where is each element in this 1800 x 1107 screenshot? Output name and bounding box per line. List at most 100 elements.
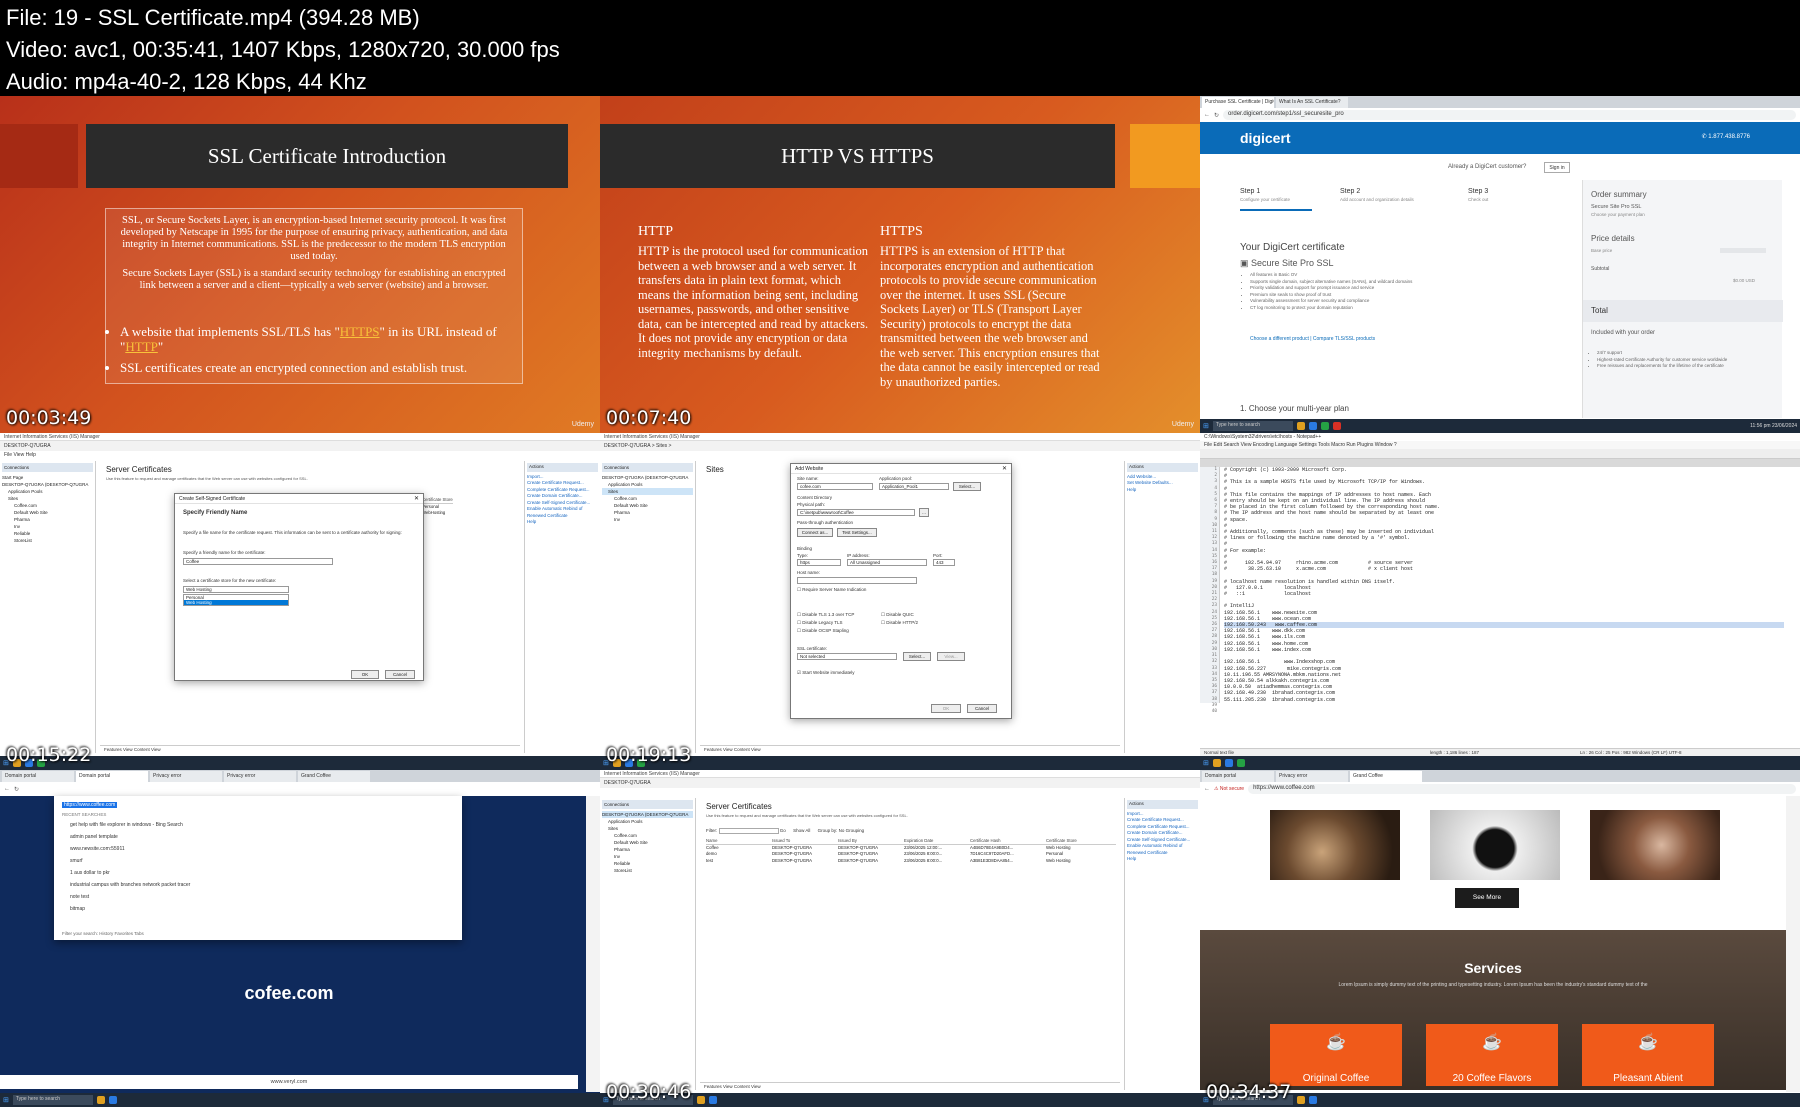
iis-nav-bar[interactable]: DESKTOP-Q7UGRA > Sites > [600, 441, 1200, 451]
browser-tab[interactable]: Domain portal [2, 771, 74, 782]
host-name-input[interactable] [797, 577, 917, 584]
see-more-button[interactable]: See More [1455, 888, 1519, 908]
tree-item[interactable]: Inv [602, 853, 693, 860]
thumb-iis-self-signed[interactable]: Internet Information Services (IIS) Mana… [0, 433, 600, 770]
tree-item[interactable]: Pharma [2, 516, 93, 523]
step-1[interactable]: Step 1 Configure your certificate [1240, 188, 1290, 202]
option-checkbox[interactable]: ☐ Disable TLS 1.3 over TCP [797, 612, 854, 618]
tree-item[interactable]: Application Pools [2, 488, 93, 495]
app-icon[interactable] [1320, 422, 1329, 430]
select-cert-button[interactable]: Select... [903, 652, 931, 661]
iis-nav-bar[interactable]: DESKTOP-Q7UGRA [600, 778, 1200, 788]
close-icon[interactable]: ✕ [414, 495, 419, 502]
filter-input[interactable] [718, 828, 779, 834]
browser-tab[interactable]: Privacy error [224, 771, 296, 782]
site-name-input[interactable]: cofee.com [797, 483, 873, 490]
suggestion-item[interactable]: smurf [62, 855, 454, 867]
option-checkbox[interactable]: ☐ Disable Legacy TLS [797, 620, 843, 626]
tree-item[interactable]: Default Web Site [602, 502, 693, 509]
physical-path-input[interactable]: C:\inetpub\wwwroot\Coffee [797, 509, 915, 516]
filter-footer[interactable]: Filter your search: History Favorites Ta… [62, 931, 144, 936]
ssl-cert-select[interactable]: Not selected [797, 653, 897, 660]
ok-button[interactable]: OK [931, 704, 961, 713]
app-pool-input[interactable]: Application_Pool1 [879, 483, 949, 490]
view-tabs[interactable]: Features View Content View [100, 745, 520, 753]
suggestion-item[interactable]: bitmap [62, 903, 454, 915]
windows-start-icon[interactable]: ⊞ [3, 1096, 9, 1104]
group-by-select[interactable]: Group by: No Grouping [818, 828, 865, 833]
tree-item[interactable]: Coffee.com [602, 832, 693, 839]
address-input[interactable]: https://www.coffee.com [62, 802, 454, 808]
tree-item[interactable]: Coffee.com [2, 502, 93, 509]
view-tabs[interactable]: Features View Content View [700, 1082, 1120, 1090]
browser-tab[interactable]: Privacy error [150, 771, 222, 782]
start-immediately-checkbox[interactable]: ☑ Start Website immediately [797, 670, 854, 676]
ok-button[interactable]: OK [351, 670, 379, 679]
suggestion-item[interactable]: 1 aus dollar to pkr [62, 867, 454, 879]
step-2[interactable]: Step 2 Add account and organization detai… [1340, 188, 1414, 202]
iis-menu[interactable]: File View Help [0, 451, 600, 459]
service-card[interactable]: ☕ Pleasant Abient [1582, 1024, 1714, 1086]
tree-item[interactable]: Inv [2, 523, 93, 530]
store-option[interactable]: Web Hosting [184, 600, 288, 605]
browser-tab[interactable]: What Is An SSL Certificate? [1276, 97, 1348, 108]
address-bar[interactable]: https://www.coffee.com [1248, 784, 1796, 794]
thumb-coffee-site[interactable]: Domain portal Privacy error Grand Coffee… [1200, 770, 1800, 1107]
app-icon[interactable] [1308, 422, 1317, 430]
digicert-logo[interactable]: digicert [1240, 130, 1291, 146]
store-select[interactable]: Web Hosting [183, 586, 289, 593]
browse-path-button[interactable]: … [919, 508, 929, 517]
back-icon[interactable]: ← [1204, 112, 1210, 118]
tree-item[interactable]: Pharma [602, 509, 693, 516]
test-settings-button[interactable]: Test Settings... [837, 528, 877, 537]
thumb-hosts-file[interactable]: C:\Windows\System32\drivers\etc\hosts - … [1200, 433, 1800, 770]
browser-tab[interactable]: Grand Coffee [1350, 771, 1422, 782]
taskbar-search[interactable]: Type here to search [1212, 421, 1293, 431]
suggestion-item[interactable]: note test [62, 891, 454, 903]
close-icon[interactable]: ✕ [1002, 465, 1007, 472]
browser-tab[interactable]: Grand Coffee [298, 771, 370, 782]
view-tabs[interactable]: Features View Content View [700, 745, 1120, 753]
option-checkbox[interactable]: ☐ Disable OCSP Stapling [797, 628, 849, 634]
back-icon[interactable]: ← [4, 786, 10, 792]
browser-tab[interactable]: Privacy error [1276, 771, 1348, 782]
go-button[interactable]: Go [780, 828, 786, 833]
notepad-menu[interactable]: File Edit Search View Encoding Language … [1200, 441, 1800, 449]
app-icon[interactable] [1308, 1096, 1317, 1104]
app-icon[interactable] [1296, 1096, 1305, 1104]
reload-icon[interactable]: ↻ [14, 786, 19, 793]
tree-item[interactable]: Application Pools [602, 818, 693, 825]
app-icon[interactable] [696, 1096, 705, 1104]
thumb-iis-add-website[interactable]: Internet Information Services (IIS) Mana… [600, 433, 1200, 770]
back-icon[interactable]: ← [1204, 786, 1210, 792]
action-link[interactable]: Enable Automatic Rebind of Renewed Certi… [1127, 843, 1198, 856]
tree-item[interactable]: Sites [602, 488, 693, 495]
suggestion-item[interactable]: get help with file explorer in windows -… [62, 819, 454, 831]
browser-tab[interactable]: Purchase SSL Certificate | DigiCert [1202, 97, 1274, 108]
tree-item[interactable]: StoreList [602, 867, 693, 874]
ip-select[interactable]: All Unassigned [847, 559, 927, 566]
page-footer-url[interactable]: www.veryl.com [0, 1075, 578, 1089]
app-icon[interactable] [96, 1096, 105, 1104]
app-icon[interactable] [1212, 759, 1221, 767]
app-icon[interactable] [108, 1096, 117, 1104]
not-secure-badge[interactable]: ⚠ Not secure [1214, 786, 1244, 792]
type-select[interactable]: https [797, 559, 841, 566]
reload-icon[interactable]: ↻ [1214, 112, 1219, 119]
thumb-http-vs-https[interactable]: HTTP VS HTTPS HTTP HTTP is the protocol … [600, 96, 1200, 433]
action-link[interactable]: Enable Automatic Rebind of Renewed Certi… [527, 506, 598, 519]
select-pool-button[interactable]: Select... [953, 482, 981, 491]
suggestion-item[interactable]: industrial campus with branches network … [62, 879, 454, 891]
sni-checkbox[interactable]: ☐ Require Server Name Indication [797, 587, 866, 593]
app-icon[interactable] [1224, 759, 1233, 767]
tree-item[interactable]: StoreList [2, 537, 93, 544]
option-checkbox[interactable]: ☐ Disable HTTP/2 [881, 620, 918, 626]
suggestion-item[interactable]: admin panel template [62, 831, 454, 843]
view-cert-button[interactable]: View... [937, 652, 965, 661]
windows-start-icon[interactable]: ⊞ [1203, 422, 1209, 430]
tree-item[interactable]: Inv [602, 516, 693, 523]
option-checkbox[interactable]: ☐ Disable QUIC [881, 612, 914, 618]
iis-nav-bar[interactable]: DESKTOP-Q7UGRA [0, 441, 600, 451]
cancel-button[interactable]: Cancel [385, 670, 415, 679]
browser-tab[interactable]: Domain portal [76, 771, 148, 782]
